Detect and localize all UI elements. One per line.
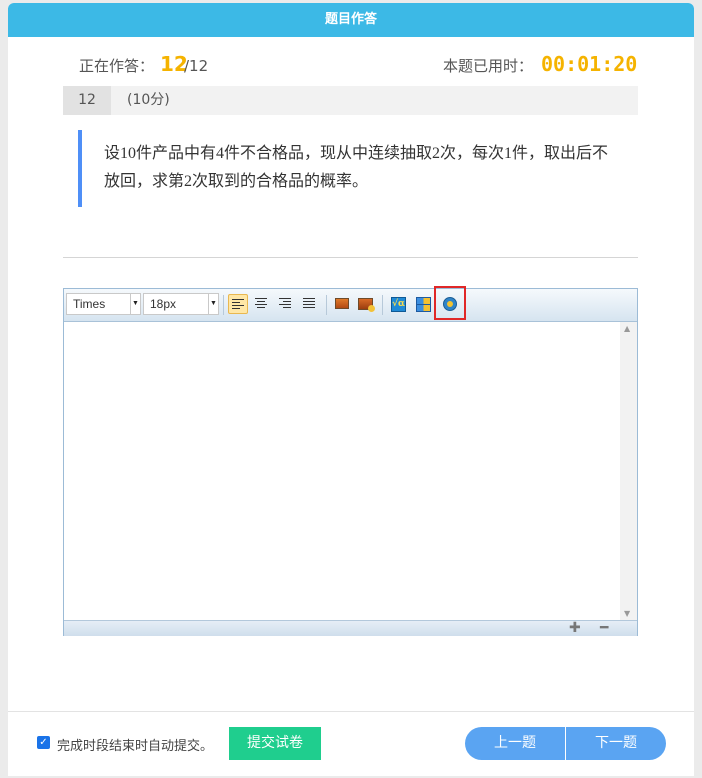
next-question-button[interactable]: 下一题 bbox=[566, 727, 666, 760]
divider bbox=[63, 257, 638, 258]
answer-panel: 题目作答 正在作答： 12 /12 本题已用时： 00:01:20 12 (10… bbox=[8, 3, 694, 776]
minus-icon[interactable]: ━ bbox=[600, 621, 608, 635]
align-justify-button[interactable] bbox=[300, 294, 320, 314]
insert-table-button[interactable] bbox=[413, 294, 433, 314]
editor-content[interactable] bbox=[64, 322, 620, 620]
formula-icon: √α bbox=[391, 297, 406, 312]
toolbar-separator bbox=[382, 295, 383, 315]
previous-question-button[interactable]: 上一题 bbox=[465, 727, 565, 760]
scroll-up-icon[interactable]: ▲ bbox=[624, 324, 630, 333]
progress-total: /12 bbox=[184, 57, 209, 75]
rich-text-editor: Times ▼ 18px ▼ √α ▲ ▼ ✚ ━ bbox=[63, 286, 638, 636]
font-size-value: 18px bbox=[150, 297, 177, 311]
panel-title: 题目作答 bbox=[8, 3, 694, 37]
font-size-select[interactable]: 18px ▼ bbox=[143, 293, 219, 315]
auto-submit-label: 完成时段结束时自动提交。 bbox=[57, 739, 214, 754]
chevron-down-icon: ▼ bbox=[208, 294, 218, 314]
upload-image-button[interactable] bbox=[356, 294, 376, 314]
align-left-icon bbox=[232, 299, 244, 310]
editor-statusbar: ✚ ━ bbox=[64, 620, 637, 636]
toolbar-separator bbox=[326, 295, 327, 315]
image-upload-icon bbox=[358, 298, 375, 312]
footer-bar: ✓ 完成时段结束时自动提交。 提交试卷 上一题 下一题 bbox=[8, 711, 694, 776]
editor-toolbar: Times ▼ 18px ▼ √α bbox=[64, 286, 637, 322]
align-center-button[interactable] bbox=[252, 294, 272, 314]
progress-label: 正在作答： bbox=[79, 57, 155, 75]
align-center-icon bbox=[255, 298, 267, 309]
insert-formula-button[interactable]: √α bbox=[388, 294, 408, 314]
font-family-value: Times bbox=[73, 297, 106, 311]
submit-exam-button[interactable]: 提交试卷 bbox=[229, 727, 321, 760]
align-left-button[interactable] bbox=[228, 294, 248, 314]
timer-value: 00:01:20 bbox=[541, 52, 638, 76]
question-score: (10分) bbox=[127, 92, 170, 108]
font-family-select[interactable]: Times ▼ bbox=[66, 293, 141, 315]
chevron-down-icon: ▼ bbox=[130, 294, 140, 314]
table-icon bbox=[416, 297, 431, 312]
image-icon bbox=[335, 298, 349, 309]
editor-scrollbar[interactable]: ▲ ▼ bbox=[620, 322, 637, 620]
align-right-icon bbox=[279, 298, 291, 309]
question-text: 设10件产品中有4件不合格品，现从中连续抽取2次，每次1件，取出后不放回，求第2… bbox=[78, 130, 610, 207]
align-right-button[interactable] bbox=[276, 294, 296, 314]
scroll-down-icon[interactable]: ▼ bbox=[624, 609, 630, 618]
align-justify-icon bbox=[303, 298, 315, 309]
question-header: 12 (10分) bbox=[63, 86, 638, 115]
question-number: 12 bbox=[63, 86, 111, 115]
insert-image-button[interactable] bbox=[332, 294, 352, 314]
timer-label: 本题已用时： bbox=[443, 57, 534, 75]
plus-icon[interactable]: ✚ bbox=[569, 621, 581, 635]
auto-submit-checkbox[interactable]: ✓ bbox=[37, 736, 50, 749]
highlight-box bbox=[434, 286, 466, 320]
toolbar-separator bbox=[223, 295, 224, 315]
